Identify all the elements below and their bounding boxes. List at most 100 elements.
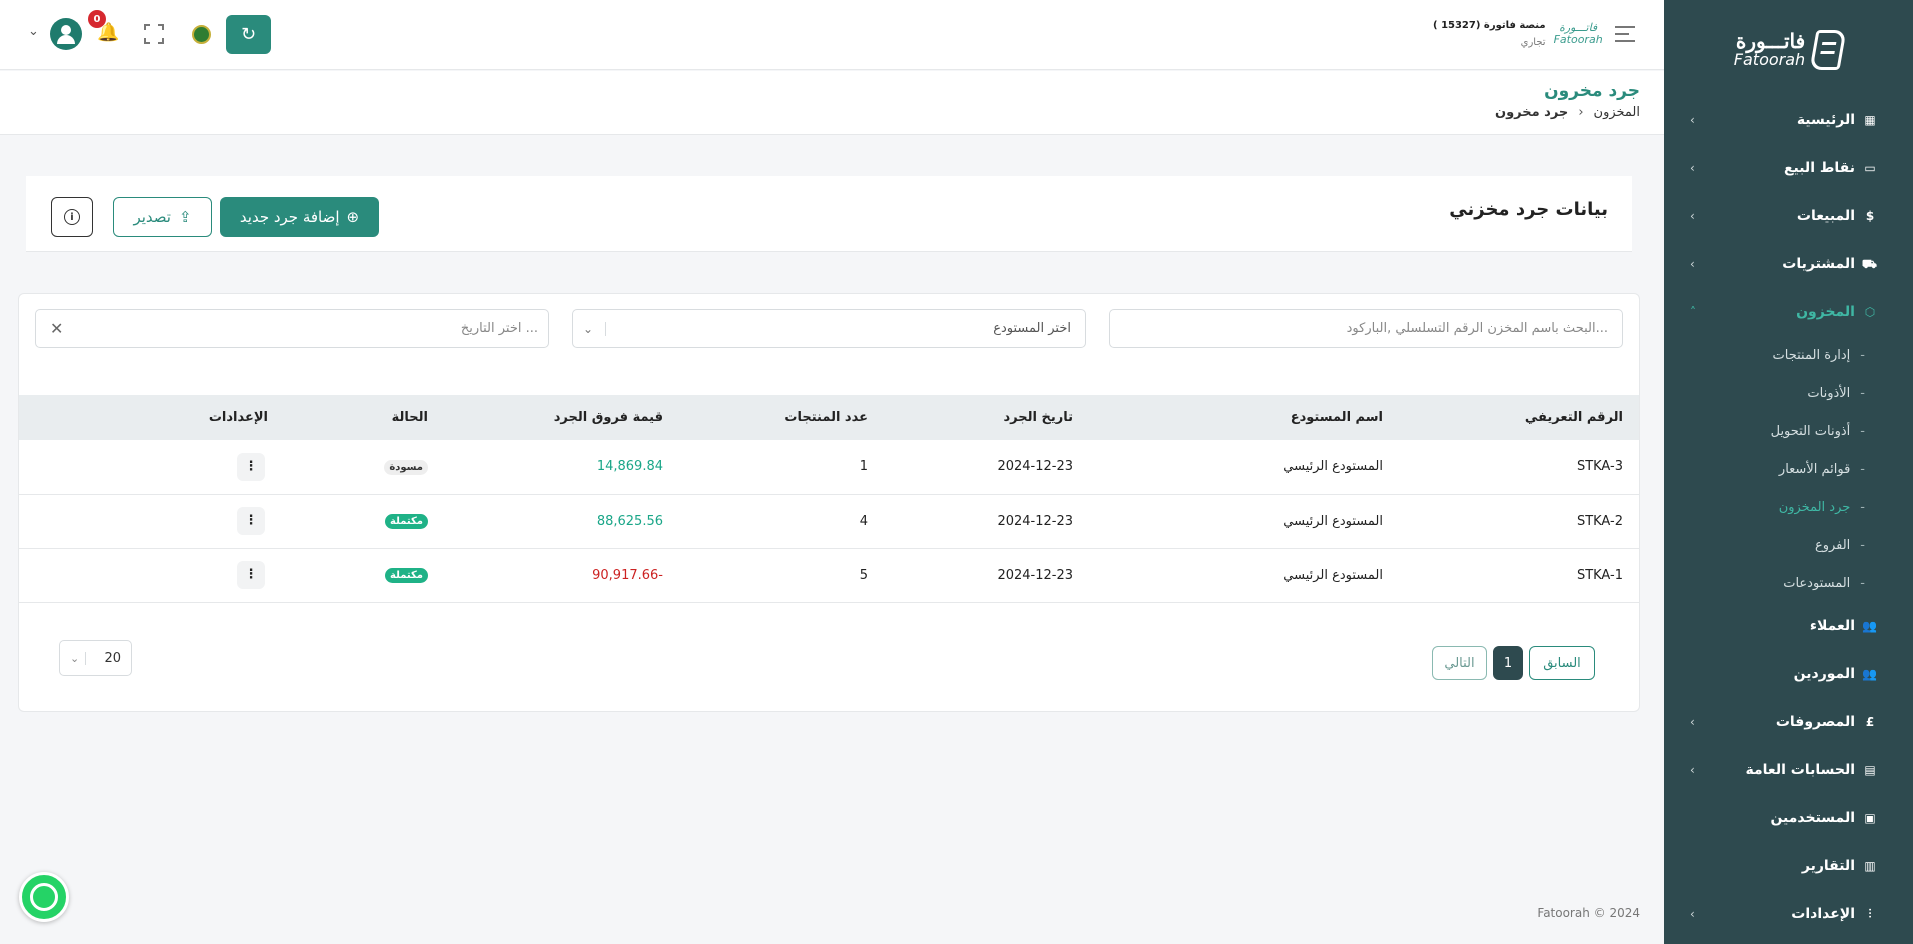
cell-status: مكتملة	[284, 548, 444, 602]
page-size-select[interactable]: 20 ⌄	[59, 640, 132, 676]
sidebar-subitem[interactable]: أذونات التحويل -	[1664, 412, 1913, 450]
table-row[interactable]: STKA-1 المستودع الرئيسي 2024-12-23 5 -90,917…	[19, 548, 1639, 602]
sub-dash: -	[1860, 575, 1865, 591]
cell-warehouse: المستودع الرئيسي	[1283, 567, 1383, 583]
prev-page-button[interactable]: السابق	[1529, 646, 1595, 680]
cell-value: 14,869.84	[596, 459, 663, 475]
date-picker[interactable]: ✕ اختر التاريخ ...	[35, 309, 549, 348]
inventory-count-card-header: بيانات جرد مخزني ⊕ إضافة جرد جديد ⇪ تصدي…	[26, 176, 1632, 252]
cell-warehouse: المستودع الرئيسي	[1283, 459, 1383, 475]
sidebar-item-box[interactable]: ˄ ⬡ المخزون	[1664, 288, 1913, 336]
whatsapp-icon[interactable]	[19, 872, 69, 922]
sub-dash: -	[1860, 537, 1865, 553]
sub-dash: -	[1860, 499, 1865, 515]
user-card-icon: ▣	[1864, 811, 1876, 825]
cell-id: STKA-2	[1576, 513, 1623, 529]
sidebar-item-label: الرئيسية	[1796, 112, 1855, 128]
dollar-icon: $	[1865, 209, 1875, 223]
user-menu-chevron-icon[interactable]: ⌄	[28, 24, 39, 39]
sidebar-subitem-label: المستودعات	[1783, 575, 1851, 591]
cell-value: 88,625.56	[596, 513, 663, 529]
org-logo: فاتـــورة Fatoorah	[1553, 20, 1603, 46]
refresh-button[interactable]: ↻	[226, 15, 271, 54]
column-header-id[interactable]: الرقم التعريفي	[1399, 395, 1639, 440]
current-page-button[interactable]: 1	[1493, 646, 1523, 680]
breadcrumb-separator-icon: ‹	[1578, 105, 1584, 120]
sidebar-nav: ‹ ▦ الرئيسية ‹ ▭ نقاط البيع ‹ $ المبيعات ‹ ⛟ المشتر…	[1664, 96, 1913, 938]
sidebar-item-basket[interactable]: ‹ ⛟ المشتريات	[1664, 240, 1913, 288]
monitor-icon: ▭	[1864, 161, 1876, 175]
sidebar-item-content: 👥 الموردين	[1794, 666, 1877, 682]
status-badge: مسودة	[384, 459, 428, 475]
expense-icon: £	[1865, 715, 1875, 729]
basket-icon: ⛟	[1861, 257, 1877, 271]
sidebar-item-monitor[interactable]: ‹ ▭ نقاط البيع	[1664, 144, 1913, 192]
chart-icon: ▥	[1864, 859, 1876, 873]
sidebar-subitem[interactable]: جرد المخزون -	[1664, 488, 1913, 526]
grid-icon: ▦	[1864, 113, 1876, 127]
sidebar-item-label: المشتريات	[1782, 256, 1855, 272]
sidebar-item-sliders[interactable]: ‹ ⫶ الإعدادات	[1664, 890, 1913, 938]
chevron-icon: ‹	[1690, 715, 1695, 729]
date-picker-placeholder: اختر التاريخ ...	[460, 321, 538, 336]
cell-id: STKA-1	[1576, 567, 1623, 583]
fullscreen-icon[interactable]	[144, 24, 164, 44]
export-button-label: تصدير	[133, 208, 171, 226]
column-header-status[interactable]: الحالة	[284, 395, 444, 440]
sidebar-subitem[interactable]: إدارة المنتجات -	[1664, 336, 1913, 374]
sidebar-item-chart[interactable]: ▥ التقارير	[1664, 842, 1913, 890]
table-row[interactable]: STKA-3 المستودع الرئيسي 2024-12-23 1 14,869.…	[19, 440, 1639, 494]
sidebar-item-expense[interactable]: ‹ £ المصروفات	[1664, 698, 1913, 746]
sidebar-subitem[interactable]: الأذونات -	[1664, 374, 1913, 412]
sidebar-item-content: ⫶ الإعدادات	[1791, 906, 1877, 922]
info-button[interactable]: i	[51, 197, 93, 237]
language-flag-icon[interactable]	[192, 25, 211, 44]
sidebar-item-suppliers[interactable]: 👥 الموردين	[1664, 650, 1913, 698]
org-name: منصة فاتورة	[1483, 20, 1546, 31]
sidebar-item-calculator[interactable]: ‹ ▤ الحسابات العامة	[1664, 746, 1913, 794]
warehouse-select-placeholder: اختر المستودع	[993, 321, 1071, 336]
warehouse-select[interactable]: ⌄ اختر المستودع	[572, 309, 1086, 348]
page-size-value: 20	[104, 650, 121, 666]
footer-copyright: Fatoorah © 2024	[1537, 906, 1640, 920]
box-icon: ⬡	[1864, 305, 1876, 319]
add-inventory-count-button[interactable]: ⊕ إضافة جرد جديد	[220, 197, 379, 237]
cell-actions: ⋮	[19, 440, 284, 494]
column-header-date[interactable]: تاريخ الجرد	[884, 395, 1089, 440]
sidebar-item-dollar[interactable]: ‹ $ المبيعات	[1664, 192, 1913, 240]
row-actions-menu-icon[interactable]: ⋮	[237, 561, 265, 589]
column-header-count[interactable]: عدد المنتجات	[679, 395, 884, 440]
sidebar-item-user-card[interactable]: ▣ المستخدمين	[1664, 794, 1913, 842]
export-button[interactable]: ⇪ تصدير	[113, 197, 212, 237]
sidebar-item-content: ⬡ المخزون	[1796, 304, 1877, 320]
column-header-value[interactable]: قيمة فروق الجرد	[444, 395, 679, 440]
table-row[interactable]: STKA-2 المستودع الرئيسي 2024-12-23 4 88,625.…	[19, 494, 1639, 548]
sidebar-subitem-label: أذونات التحويل	[1770, 423, 1851, 439]
column-header-warehouse[interactable]: اسم المستودع	[1089, 395, 1399, 440]
next-page-button[interactable]: التالي	[1432, 646, 1487, 680]
sidebar-subitem[interactable]: الفروع -	[1664, 526, 1913, 564]
menu-toggle-icon[interactable]	[1615, 26, 1635, 47]
sub-dash: -	[1860, 461, 1865, 477]
breadcrumb-parent-link[interactable]: المخزون	[1594, 105, 1640, 120]
search-input[interactable]: البحث باسم المخزن الرقم التسلسلي ,البارك…	[1109, 309, 1623, 348]
sidebar-item-content: ▤ الحسابات العامة	[1746, 762, 1877, 778]
cell-count: 5	[859, 567, 868, 583]
chevron-icon: ‹	[1690, 257, 1695, 271]
inventory-count-table: الرقم التعريفي اسم المستودع تاريخ الجرد …	[19, 395, 1639, 603]
sidebar-subitem[interactable]: المستودعات -	[1664, 564, 1913, 602]
row-actions-menu-icon[interactable]: ⋮	[237, 507, 265, 535]
cell-actions: ⋮	[19, 548, 284, 602]
sidebar-item-users[interactable]: 👥 العملاء	[1664, 602, 1913, 650]
add-button-label: إضافة جرد جديد	[239, 208, 340, 226]
clear-date-icon[interactable]: ✕	[50, 319, 63, 338]
sidebar-item-grid[interactable]: ‹ ▦ الرئيسية	[1664, 96, 1913, 144]
sidebar-item-label: المصروفات	[1775, 714, 1855, 730]
row-actions-menu-icon[interactable]: ⋮	[237, 452, 265, 481]
cell-count: 4	[859, 513, 868, 529]
sidebar-item-label: نقاط البيع	[1783, 160, 1855, 176]
sidebar-subitem[interactable]: قوائم الأسعار -	[1664, 450, 1913, 488]
brand-logo[interactable]: فاتـــورة Fatoorah	[1664, 0, 1913, 100]
sidebar-item-label: المبيعات	[1796, 208, 1855, 224]
user-avatar[interactable]	[50, 18, 82, 50]
